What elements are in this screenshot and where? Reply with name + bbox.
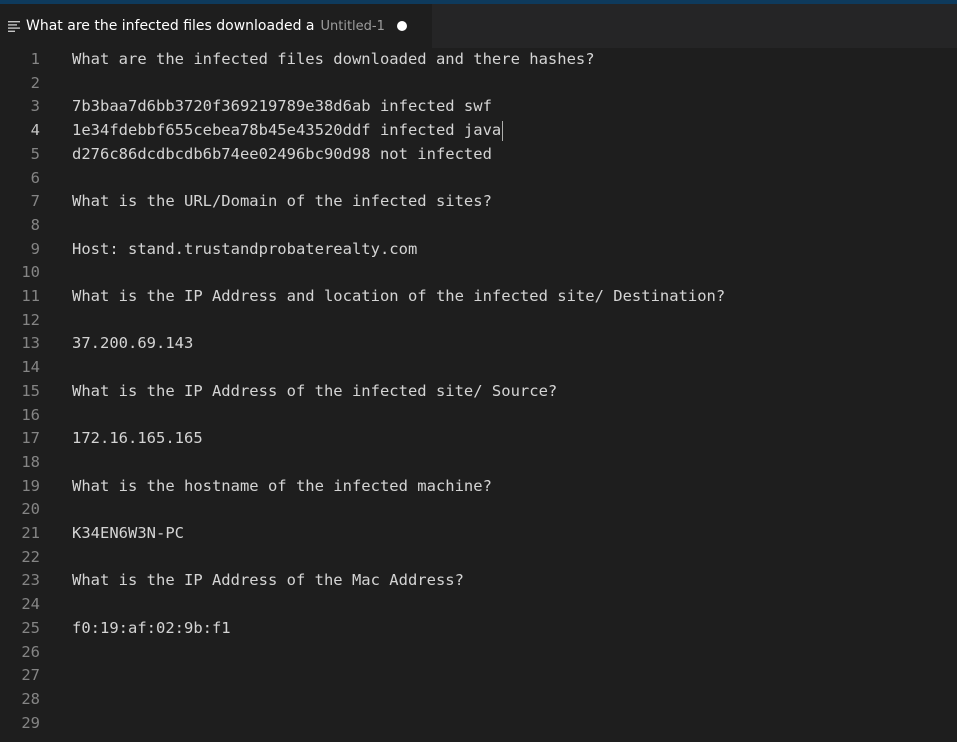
text-lines-icon bbox=[8, 20, 20, 32]
editor-line[interactable]: 8 bbox=[0, 214, 957, 238]
editor-line[interactable]: 13 37.200.69.143 bbox=[0, 332, 957, 356]
line-number: 4 bbox=[30, 121, 40, 140]
line-text[interactable]: What is the IP Address of the Mac Addres… bbox=[72, 569, 464, 593]
editor-line[interactable]: 6 bbox=[0, 167, 957, 191]
editor-line[interactable]: 12 bbox=[0, 309, 957, 333]
line-number: 24 bbox=[21, 595, 40, 614]
line-number: 14 bbox=[21, 358, 40, 377]
editor-line[interactable]: 15 What is the IP Address of the infected… bbox=[0, 380, 957, 404]
tab-title: What are the infected files downloaded a bbox=[26, 18, 315, 34]
editor-line[interactable]: 14 bbox=[0, 356, 957, 380]
editor-line[interactable]: 20 bbox=[0, 498, 957, 522]
editor-line[interactable]: 7 What is the URL/Domain of the infected … bbox=[0, 190, 957, 214]
line-number: 19 bbox=[21, 476, 40, 495]
line-number: 10 bbox=[21, 263, 40, 282]
line-text[interactable]: 37.200.69.143 bbox=[72, 332, 193, 356]
tab-bar: What are the infected files downloaded a… bbox=[0, 4, 957, 48]
line-number: 22 bbox=[21, 547, 40, 566]
text-editor[interactable]: 1 What are the infected files downloaded … bbox=[0, 48, 957, 742]
line-number: 6 bbox=[30, 168, 40, 187]
line-number: 29 bbox=[21, 713, 40, 732]
editor-line[interactable]: 22 bbox=[0, 546, 957, 570]
editor-line[interactable]: 2 bbox=[0, 72, 957, 96]
editor-line[interactable]: 10 bbox=[0, 261, 957, 285]
line-number: 13 bbox=[21, 334, 40, 353]
editor-line[interactable]: 25 f0:19:af:02:9b:f1 bbox=[0, 617, 957, 641]
line-number: 12 bbox=[21, 310, 40, 329]
line-number: 23 bbox=[21, 571, 40, 590]
line-text[interactable]: d276c86dcdbcdb6b74ee02496bc90d98 not inf… bbox=[72, 143, 492, 167]
editor-line[interactable]: 3 7b3baa7d6bb3720f369219789e38d6ab infect… bbox=[0, 95, 957, 119]
editor-line[interactable]: 24 bbox=[0, 593, 957, 617]
editor-line[interactable]: 18 bbox=[0, 451, 957, 475]
editor-line[interactable]: 5 d276c86dcdbcdb6b74ee02496bc90d98 not in… bbox=[0, 143, 957, 167]
line-number: 17 bbox=[21, 429, 40, 448]
line-number: 1 bbox=[30, 50, 40, 68]
editor-line[interactable]: 23 What is the IP Address of the Mac Addr… bbox=[0, 569, 957, 593]
line-text[interactable]: What is the hostname of the infected mac… bbox=[72, 475, 492, 499]
editor-line[interactable]: 17 172.16.165.165 bbox=[0, 427, 957, 451]
line-number: 11 bbox=[21, 287, 40, 305]
line-text[interactable]: 1e34fdebbf655cebea78b45e43520ddf infecte… bbox=[72, 119, 501, 143]
editor-window: What are the infected files downloaded a… bbox=[0, 0, 957, 742]
line-text[interactable]: f0:19:af:02:9b:f1 bbox=[72, 617, 231, 641]
unsaved-changes-dot-icon[interactable] bbox=[396, 21, 407, 31]
line-number: 18 bbox=[21, 452, 40, 471]
line-number: 20 bbox=[21, 500, 40, 519]
editor-line[interactable]: 4 1e34fdebbf655cebea78b45e43520ddf infect… bbox=[0, 119, 957, 143]
line-text[interactable]: What is the IP Address of the infected s… bbox=[72, 380, 557, 404]
editor-line[interactable]: 9 Host: stand.trustandprobaterealty.com bbox=[0, 238, 957, 262]
text-cursor bbox=[502, 121, 503, 142]
line-number: 26 bbox=[21, 642, 40, 661]
editor-line[interactable]: 19 What is the hostname of the infected m… bbox=[0, 475, 957, 499]
line-text[interactable]: What are the infected files downloaded a… bbox=[72, 48, 595, 72]
line-number: 7 bbox=[30, 192, 40, 211]
line-text[interactable]: K34EN6W3N-PC bbox=[72, 522, 184, 546]
line-number: 25 bbox=[21, 618, 40, 637]
line-number: 21 bbox=[21, 524, 40, 542]
editor-line[interactable]: 21 K34EN6W3N-PC bbox=[0, 522, 957, 546]
line-number: 28 bbox=[21, 689, 40, 708]
line-number: 5 bbox=[30, 144, 40, 163]
line-text[interactable]: 172.16.165.165 bbox=[72, 427, 203, 451]
editor-line[interactable]: 16 bbox=[0, 404, 957, 428]
editor-line[interactable]: 28 bbox=[0, 688, 957, 712]
editor-line[interactable]: 29 bbox=[0, 712, 957, 736]
line-number: 27 bbox=[21, 666, 40, 685]
line-number: 9 bbox=[30, 239, 40, 258]
line-text[interactable]: What is the IP Address and location of t… bbox=[72, 285, 725, 309]
tab-untitled-1[interactable]: What are the infected files downloaded a… bbox=[0, 4, 432, 48]
editor-line[interactable]: 26 bbox=[0, 641, 957, 665]
line-number: 8 bbox=[30, 215, 40, 234]
editor-line[interactable]: 11 What is the IP Address and location of… bbox=[0, 285, 957, 309]
editor-line[interactable]: 1 What are the infected files downloaded … bbox=[0, 48, 957, 72]
tab-subtitle: Untitled-1 bbox=[320, 18, 385, 34]
line-text[interactable]: 7b3baa7d6bb3720f369219789e38d6ab infecte… bbox=[72, 95, 492, 119]
line-number: 15 bbox=[21, 381, 40, 400]
line-text[interactable]: Host: stand.trustandprobaterealty.com bbox=[72, 238, 417, 262]
line-number: 3 bbox=[30, 97, 40, 116]
line-text[interactable]: What is the URL/Domain of the infected s… bbox=[72, 190, 492, 214]
line-number: 16 bbox=[21, 405, 40, 424]
editor-line[interactable]: 27 bbox=[0, 664, 957, 688]
line-number: 2 bbox=[30, 73, 40, 92]
